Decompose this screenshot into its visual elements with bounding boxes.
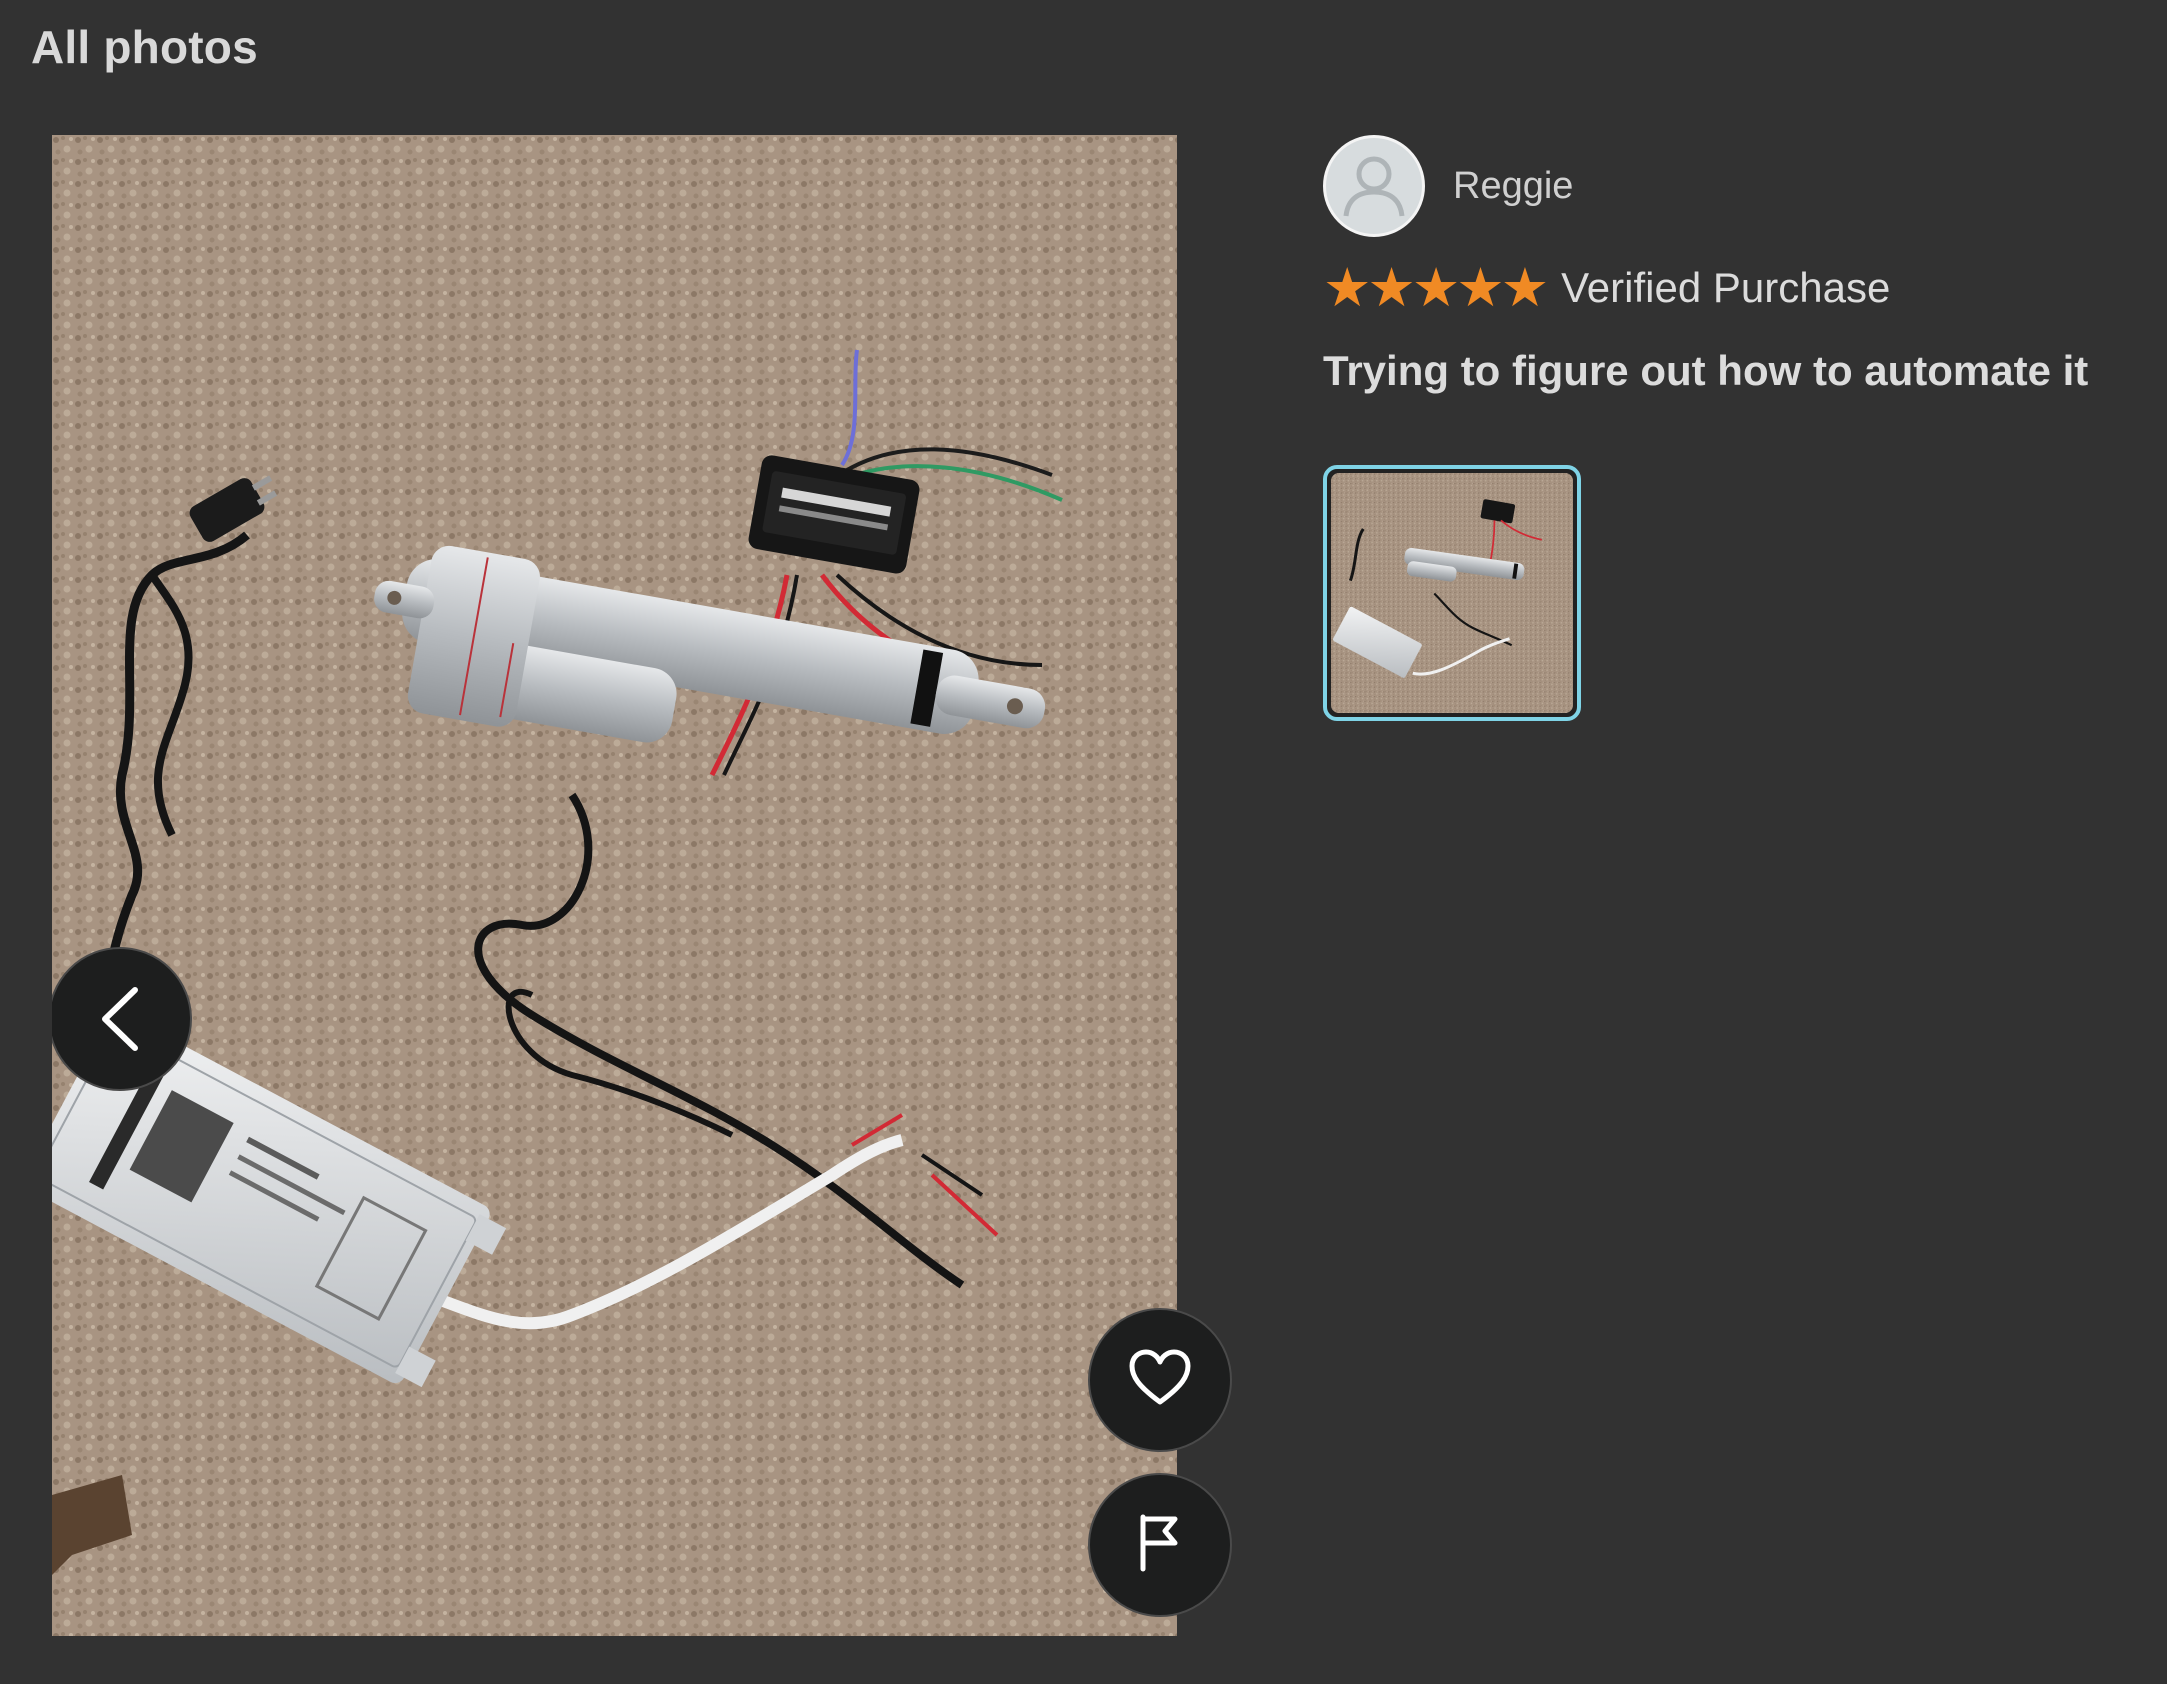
report-button[interactable]: [1088, 1473, 1232, 1617]
star-icon: ★: [1456, 258, 1505, 318]
reviewer-name[interactable]: Reggie: [1453, 165, 1573, 208]
chevron-left-icon: [95, 984, 145, 1054]
review-title: Trying to figure out how to automate it: [1323, 347, 2089, 394]
thumbnail-image: [1331, 473, 1573, 713]
photo-thumbnail-selected[interactable]: [1323, 465, 1581, 721]
main-photo: [52, 135, 1177, 1636]
like-button[interactable]: [1088, 1308, 1232, 1452]
photo-actuator-setup: [52, 135, 1177, 1636]
previous-photo-button[interactable]: [52, 947, 192, 1091]
star-rating[interactable]: ★ ★ ★ ★ ★: [1323, 258, 1549, 318]
thumbnail-actuator-setup: [1331, 473, 1573, 713]
flag-icon: [1135, 1513, 1185, 1578]
heart-icon: [1128, 1348, 1192, 1413]
avatar[interactable]: [1323, 135, 1425, 237]
star-icon: ★: [1323, 258, 1372, 318]
star-icon: ★: [1500, 258, 1550, 318]
user-silhouette-icon: [1334, 144, 1414, 229]
verified-purchase-badge: Verified Purchase: [1561, 264, 1891, 311]
star-icon: ★: [1411, 258, 1461, 318]
star-icon: ★: [1367, 258, 1416, 318]
rating-row: ★ ★ ★ ★ ★ Verified Purchase: [1323, 258, 1891, 318]
page-title: All photos: [31, 21, 258, 73]
reviewer-info: Reggie: [1323, 135, 1573, 237]
